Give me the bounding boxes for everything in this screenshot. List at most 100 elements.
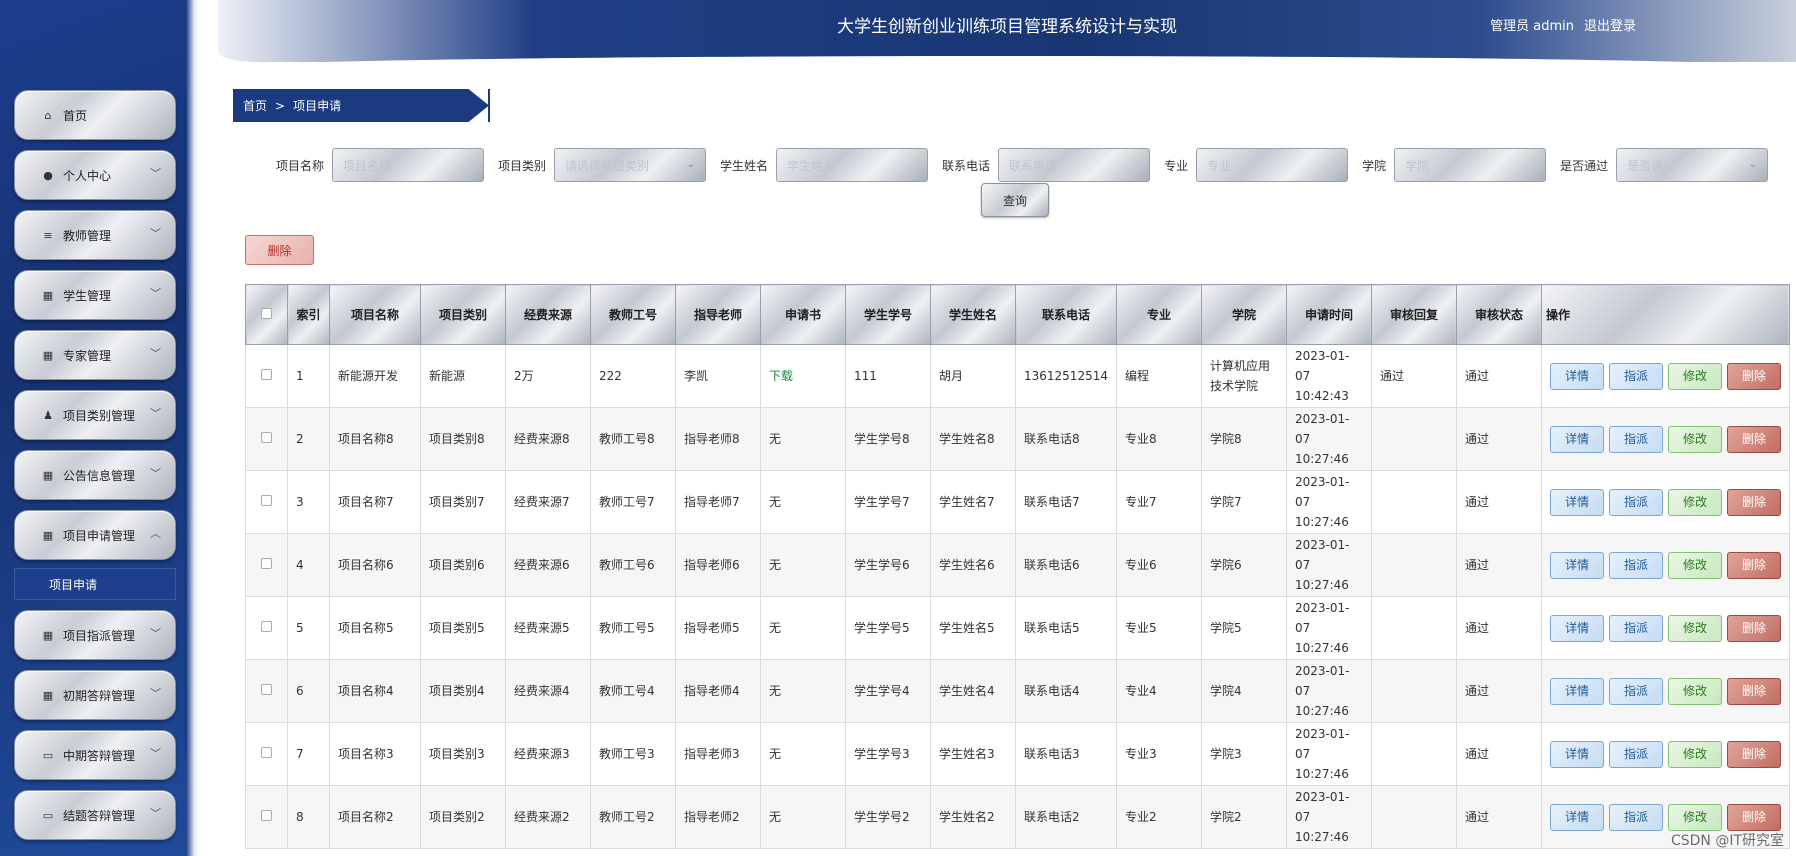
edit-button[interactable]: 修改 <box>1667 740 1722 768</box>
table-cell: 指导老师3 <box>675 722 761 786</box>
row-actions: 详情 指派 修改 删除 <box>1540 722 1790 786</box>
edit-button[interactable]: 修改 <box>1667 677 1722 705</box>
table-cell <box>1370 407 1457 471</box>
assign-button[interactable]: 指派 <box>1608 803 1663 831</box>
table-row: 3 项目名称7 项目类别7 经费来源7 教师工号7 指导老师7 无学生学号7 学生姓名7 联系电… <box>245 470 1790 534</box>
row-select-cell[interactable] <box>245 785 288 849</box>
table-cell: 学生学号4 <box>845 659 931 723</box>
edit-button[interactable]: 修改 <box>1667 614 1722 642</box>
breadcrumb-home[interactable]: 首页 <box>243 97 267 114</box>
sidebar-item-3[interactable]: ▦ 学生管理 ﹀ <box>14 270 176 320</box>
sidebar-item-9[interactable]: ▦ 初期答辩管理 ﹀ <box>14 670 176 720</box>
row-checkbox[interactable] <box>261 369 272 380</box>
edit-button[interactable]: 修改 <box>1667 488 1722 516</box>
detail-button[interactable]: 详情 <box>1549 362 1604 390</box>
delete-button[interactable]: 删除 <box>1726 425 1781 453</box>
detail-button[interactable]: 详情 <box>1549 488 1604 516</box>
row-select-cell[interactable] <box>245 533 288 597</box>
table-cell: 2023-01-07 10:42:43 <box>1285 344 1372 408</box>
assign-button[interactable]: 指派 <box>1608 425 1663 453</box>
sidebar-item-label: 项目申请管理 <box>63 528 136 543</box>
sidebar-item-10[interactable]: ▭ 中期答辩管理 ﹀ <box>14 730 176 780</box>
assign-button[interactable]: 指派 <box>1608 551 1663 579</box>
delete-button[interactable]: 删除 <box>1726 488 1781 516</box>
table-cell[interactable]: 下载 <box>760 344 846 408</box>
edit-button[interactable]: 修改 <box>1667 551 1722 579</box>
row-select-cell[interactable] <box>245 407 288 471</box>
table-cell: 指导老师4 <box>675 659 761 723</box>
sidebar-item-7[interactable]: ▦ 项目申请管理 ︿ <box>14 510 176 560</box>
chevron-down-icon: ﹀ <box>150 287 161 300</box>
edit-button[interactable]: 修改 <box>1667 425 1722 453</box>
phone-input[interactable]: 联系电话 <box>998 148 1151 182</box>
row-select-cell[interactable] <box>245 470 288 534</box>
delete-button[interactable]: 删除 <box>1726 740 1781 768</box>
sidebar-item-5[interactable]: ♟ 项目类别管理 ﹀ <box>14 390 176 440</box>
delete-button[interactable]: 删除 <box>1726 551 1781 579</box>
student-name-input[interactable]: 学生姓名 <box>776 148 929 182</box>
sidebar-item-4[interactable]: ▦ 专家管理 ﹀ <box>14 330 176 380</box>
project-name-input[interactable]: 项目名称 <box>332 148 485 182</box>
filter-college-label: 学院 <box>1362 158 1387 173</box>
sidebar-subitem-project-apply[interactable]: 项目申请 <box>14 568 176 600</box>
sidebar-item-6[interactable]: ▦ 公告信息管理 ﹀ <box>14 450 176 500</box>
detail-button[interactable]: 详情 <box>1549 740 1604 768</box>
row-checkbox[interactable] <box>261 558 272 569</box>
sidebar-scrollbar[interactable] <box>185 92 191 760</box>
detail-button[interactable]: 详情 <box>1549 803 1604 831</box>
table-row: 8 项目名称2 项目类别2 经费来源2 教师工号2 指导老师2 无学生学号2 学生姓名2 联系电… <box>245 785 1790 849</box>
table-cell: 学院8 <box>1200 407 1287 471</box>
assign-button[interactable]: 指派 <box>1608 677 1663 705</box>
row-checkbox[interactable] <box>261 495 272 506</box>
table-cell: 联系电话6 <box>1015 533 1117 597</box>
batch-delete-button[interactable]: 删除 <box>245 235 314 265</box>
sidebar-item-1[interactable]: ● 个人中心 ﹀ <box>14 150 176 200</box>
delete-button[interactable]: 删除 <box>1726 677 1781 705</box>
sidebar-item-label: 教师管理 <box>63 228 112 243</box>
assign-button[interactable]: 指派 <box>1608 614 1663 642</box>
assign-button[interactable]: 指派 <box>1608 488 1663 516</box>
edit-button[interactable]: 修改 <box>1667 362 1722 390</box>
row-select-cell[interactable] <box>245 722 288 786</box>
detail-button[interactable]: 详情 <box>1549 551 1604 579</box>
logout-link[interactable]: 退出登录 <box>1584 15 1636 34</box>
column-header: 项目类别 <box>420 284 506 345</box>
grid-icon: ▦ <box>42 528 54 542</box>
delete-button[interactable]: 删除 <box>1726 362 1781 390</box>
table-cell: 通过 <box>1455 407 1542 471</box>
sidebar-item-0[interactable]: ⌂ 首页 <box>14 90 176 140</box>
assign-button[interactable]: 指派 <box>1608 362 1663 390</box>
detail-button[interactable]: 详情 <box>1549 425 1604 453</box>
row-checkbox[interactable] <box>261 621 272 632</box>
row-select-cell[interactable] <box>245 659 288 723</box>
table-cell: 专业7 <box>1115 470 1202 534</box>
delete-button[interactable]: 删除 <box>1726 803 1781 831</box>
table-cell: 联系电话7 <box>1015 470 1117 534</box>
grid-icon: ▦ <box>42 288 54 302</box>
major-input[interactable]: 专业 <box>1196 148 1349 182</box>
query-button[interactable]: 查询 <box>981 183 1049 217</box>
table-row: 7 项目名称3 项目类别3 经费来源3 教师工号3 指导老师3 无学生学号3 学生姓名3 联系电… <box>245 722 1790 786</box>
project-type-select[interactable]: 请选择项目类别 ⌄ <box>554 148 707 182</box>
sidebar-item-8[interactable]: ▦ 项目指派管理 ﹀ <box>14 610 176 660</box>
row-checkbox[interactable] <box>261 684 272 695</box>
select-all-checkbox[interactable] <box>261 307 272 319</box>
detail-button[interactable]: 详情 <box>1549 677 1604 705</box>
college-input[interactable]: 学院 <box>1394 148 1547 182</box>
select-all-header[interactable] <box>245 284 288 345</box>
delete-button[interactable]: 删除 <box>1726 614 1781 642</box>
pass-status-select[interactable]: 是否通过 ⌄ <box>1616 148 1769 182</box>
row-select-cell[interactable] <box>245 596 288 660</box>
table-row: 6 项目名称4 项目类别4 经费来源4 教师工号4 指导老师4 无学生学号4 学生姓名4 联系电… <box>245 659 1790 723</box>
table-cell: 学院6 <box>1200 533 1287 597</box>
row-checkbox[interactable] <box>261 432 272 443</box>
sidebar-item-2[interactable]: ≡ 教师管理 ﹀ <box>14 210 176 260</box>
table-cell: 教师工号8 <box>590 407 676 471</box>
sidebar-item-11[interactable]: ▭ 结题答辩管理 ﹀ <box>14 790 176 840</box>
assign-button[interactable]: 指派 <box>1608 740 1663 768</box>
row-select-cell[interactable] <box>245 344 288 408</box>
edit-button[interactable]: 修改 <box>1667 803 1722 831</box>
row-checkbox[interactable] <box>261 810 272 821</box>
detail-button[interactable]: 详情 <box>1549 614 1604 642</box>
row-checkbox[interactable] <box>261 747 272 758</box>
